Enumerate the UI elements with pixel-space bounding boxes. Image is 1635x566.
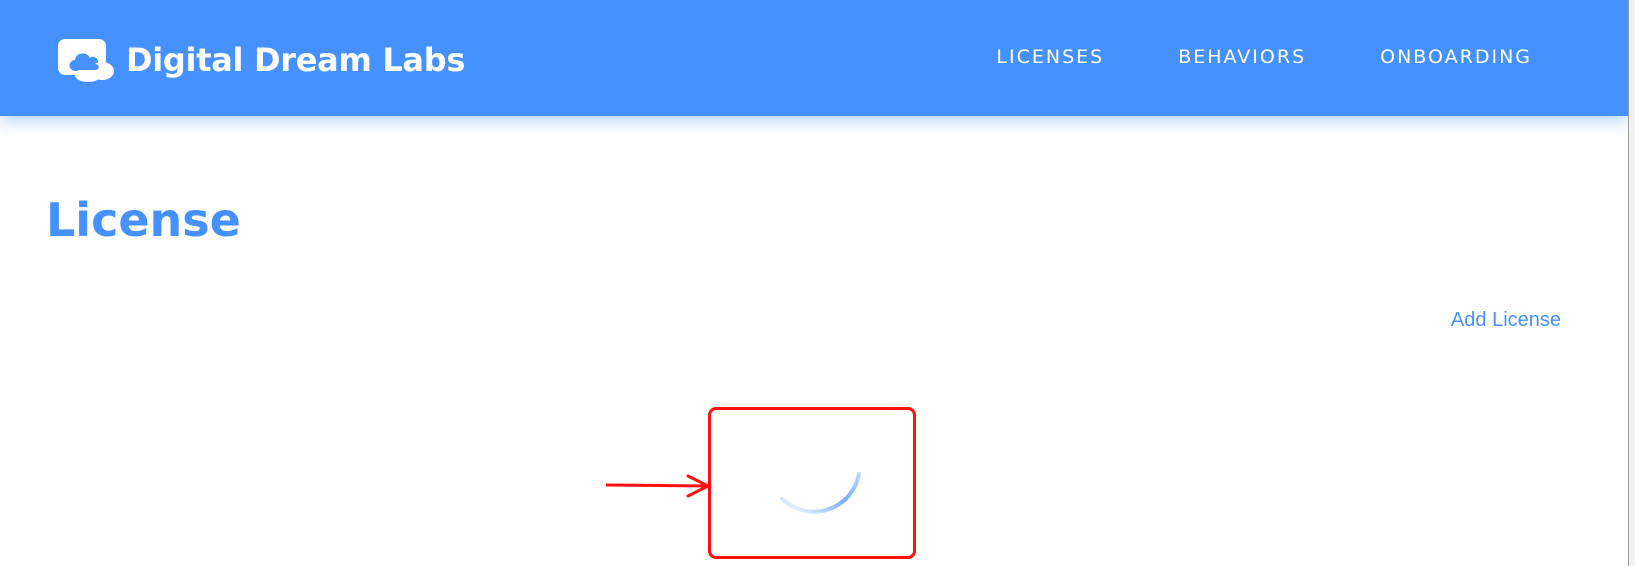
nav-link-licenses[interactable]: LICENSES xyxy=(996,46,1104,68)
brand-logo[interactable]: Digital Dream Labs xyxy=(58,37,465,82)
cloud-icon xyxy=(58,39,114,82)
annotation-highlight-box xyxy=(708,407,916,559)
window-edge xyxy=(1628,0,1635,566)
page: Digital Dream Labs LICENSES BEHAVIORS ON… xyxy=(0,0,1635,566)
annotation-arrow-icon xyxy=(605,474,710,498)
page-title: License xyxy=(46,193,241,247)
top-navbar: Digital Dream Labs LICENSES BEHAVIORS ON… xyxy=(0,0,1628,116)
add-license-link[interactable]: Add License xyxy=(1451,309,1561,332)
nav-link-behaviors[interactable]: BEHAVIORS xyxy=(1178,46,1306,68)
nav-link-onboarding[interactable]: ONBOARDING xyxy=(1380,46,1532,68)
brand-name: Digital Dream Labs xyxy=(126,40,466,79)
main-nav: LICENSES BEHAVIORS ONBOARDING xyxy=(996,46,1532,68)
